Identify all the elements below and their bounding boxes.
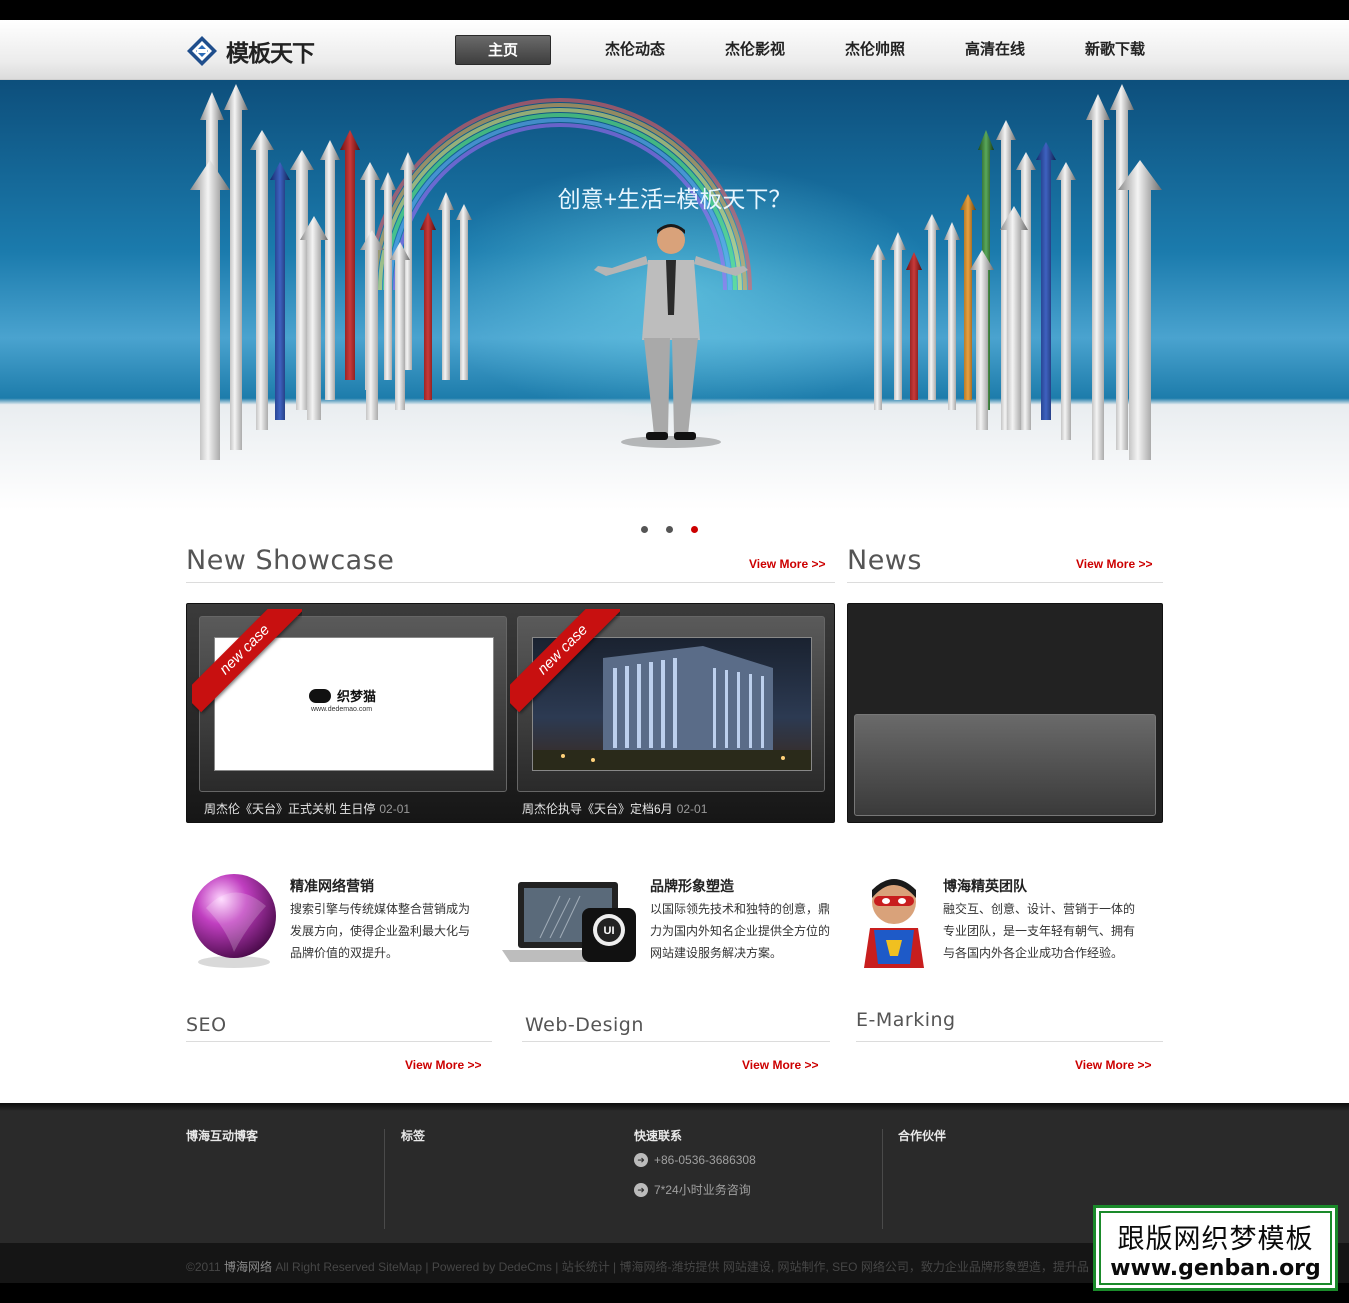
webdesign-header: Web-Design: [522, 1010, 830, 1042]
copyright-rest: All Right Reserved SiteMap | Powered by …: [275, 1260, 1089, 1274]
arrow-circle-icon: ➜: [634, 1153, 648, 1167]
banner-pagination: [641, 526, 698, 533]
footer-service-hours[interactable]: ➜ 7*24小时业务咨询: [634, 1181, 751, 1198]
seo-view-more-link[interactable]: View More >>: [405, 1058, 481, 1072]
footer-blog-title[interactable]: 博海互动博客: [186, 1127, 258, 1144]
hero-banner: 创意+生活=模板天下？: [0, 80, 1349, 510]
news-title: News: [847, 545, 922, 576]
service-title: 品牌形象塑造: [650, 878, 734, 894]
arrows-left-graphic: [190, 84, 472, 460]
watermark-line2: www.genban.org: [1110, 1256, 1321, 1281]
nav-item-hd-online[interactable]: 高清在线: [935, 35, 1055, 65]
company-link[interactable]: 博海网络: [224, 1260, 272, 1274]
site-header: 模板天下 主页 杰伦动态 杰伦影视 杰伦帅照 高清在线 新歌下载: [0, 20, 1349, 80]
new-case-ribbon: new case: [192, 609, 302, 719]
webdesign-view-more-link[interactable]: View More >>: [742, 1058, 818, 1072]
caption-date: 02-01: [379, 802, 411, 816]
superhero-icon: [864, 879, 924, 968]
footer-phone[interactable]: ➜ +86-0536-3686308: [634, 1153, 756, 1167]
showcase-caption-1[interactable]: 周杰伦《天台》正式关机 生日停 02-01: [204, 800, 410, 817]
site-logo[interactable]: 模板天下: [186, 32, 330, 70]
top-black-strip: [0, 0, 1349, 20]
service-marketing: 精准网络营销 搜索引擎与传统媒体整合营销成为发展方向，使得企业盈利最大化与品牌价…: [186, 868, 486, 978]
thumb-url-text: www.dedemao.com: [311, 706, 373, 713]
owl-logo-icon: [309, 688, 331, 703]
banner-dot-3[interactable]: [691, 526, 698, 533]
showcase-view-more-link[interactable]: View More >>: [749, 557, 825, 571]
footer-shadow: [0, 1103, 1349, 1111]
footer-divider: [882, 1129, 883, 1229]
service-desc: 融交互、创意、设计、营销于一体的专业团队，是一支年轻有朝气、拥有与各国内外各企业…: [943, 902, 1136, 960]
footer-service-text: 7*24小时业务咨询: [654, 1183, 751, 1197]
emarking-view-more-link[interactable]: View More >>: [1075, 1058, 1151, 1072]
nav-item-films[interactable]: 杰伦影视: [695, 35, 815, 65]
news-view-more-link[interactable]: View More >>: [1076, 557, 1152, 571]
footer-tags-title[interactable]: 标签: [401, 1127, 425, 1144]
main-nav: 主页 杰伦动态 杰伦影视 杰伦帅照 高清在线 新歌下载: [455, 35, 1175, 65]
showcase-header: New Showcase View More >>: [186, 545, 835, 583]
banner-dot-2[interactable]: [666, 526, 673, 533]
thumb-brand-text: 织梦猫: [337, 689, 377, 704]
service-desc: 搜索引擎与传统媒体整合营销成为发展方向，使得企业盈利最大化与品牌价值的双提升。: [290, 902, 471, 960]
footer-divider: [384, 1129, 385, 1229]
service-title: 博海精英团队: [943, 878, 1027, 894]
svg-text:UI: UI: [604, 925, 615, 937]
seo-title: SEO: [186, 1014, 227, 1036]
footer-contact-title: 快速联系: [634, 1129, 683, 1143]
showcase-card-2[interactable]: new case: [510, 609, 825, 792]
service-desc: 以国际领先技术和独特的创意，鼎力为国内外知名企业提供全方位的网站建设服务解决方案…: [650, 902, 831, 960]
emarking-header: E-Marking: [856, 1006, 1163, 1042]
copyright-year: ©2011: [186, 1260, 221, 1274]
footer-partners-title: 合作伙伴: [898, 1129, 947, 1143]
service-team: 博海精英团队 融交互、创意、设计、营销于一体的专业团队，是一支年轻有朝气、拥有与…: [856, 868, 1156, 978]
laptop-ui-icon: UI: [502, 882, 636, 962]
nav-item-song-download[interactable]: 新歌下载: [1055, 35, 1175, 65]
service-branding: UI 品牌形象塑造 以国际领先技术和独特的创意，鼎力为国内外知名企业提供全方位的…: [500, 868, 835, 978]
genban-watermark: 跟版网织梦模板 www.genban.org: [1093, 1205, 1338, 1291]
news-glass-panel: [854, 714, 1156, 816]
showcase-card-1[interactable]: 织梦猫 www.dedemao.com new case: [192, 609, 507, 792]
logo-text: 模板天下: [226, 41, 315, 67]
news-panel: [847, 603, 1163, 823]
logo-mark-icon: [186, 35, 218, 67]
caption-date: 02-01: [676, 802, 708, 816]
nav-item-home[interactable]: 主页: [455, 35, 551, 65]
nav-item-photos[interactable]: 杰伦帅照: [815, 35, 935, 65]
copyright-text: ©2011 博海网络 All Right Reserved SiteMap | …: [186, 1258, 1126, 1275]
seo-header: SEO: [186, 1010, 492, 1042]
caption-text: 周杰伦《天台》正式关机 生日停: [204, 802, 376, 816]
webdesign-title: Web-Design: [525, 1014, 644, 1036]
showcase-title: New Showcase: [186, 545, 395, 576]
new-case-ribbon: new case: [510, 609, 620, 719]
news-header: News View More >>: [847, 545, 1163, 583]
purple-sphere-icon: [192, 874, 276, 968]
showcase-panel: 织梦猫 www.dedemao.com new case new case 周杰…: [186, 603, 835, 823]
footer-phone-text: +86-0536-3686308: [654, 1153, 756, 1167]
banner-dot-1[interactable]: [641, 526, 648, 533]
arrows-right-graphic: [870, 84, 1162, 460]
service-title: 精准网络营销: [290, 878, 374, 894]
emarking-title: E-Marking: [856, 1009, 956, 1031]
arrow-circle-icon: ➜: [634, 1182, 648, 1197]
caption-text: 周杰伦执导《天台》定档6月: [522, 802, 673, 816]
watermark-line1: 跟版网织梦模板: [1117, 1224, 1314, 1255]
businessman-figure: [594, 224, 748, 448]
showcase-caption-2[interactable]: 周杰伦执导《天台》定档6月 02-01: [522, 800, 707, 817]
nav-item-news[interactable]: 杰伦动态: [575, 35, 695, 65]
